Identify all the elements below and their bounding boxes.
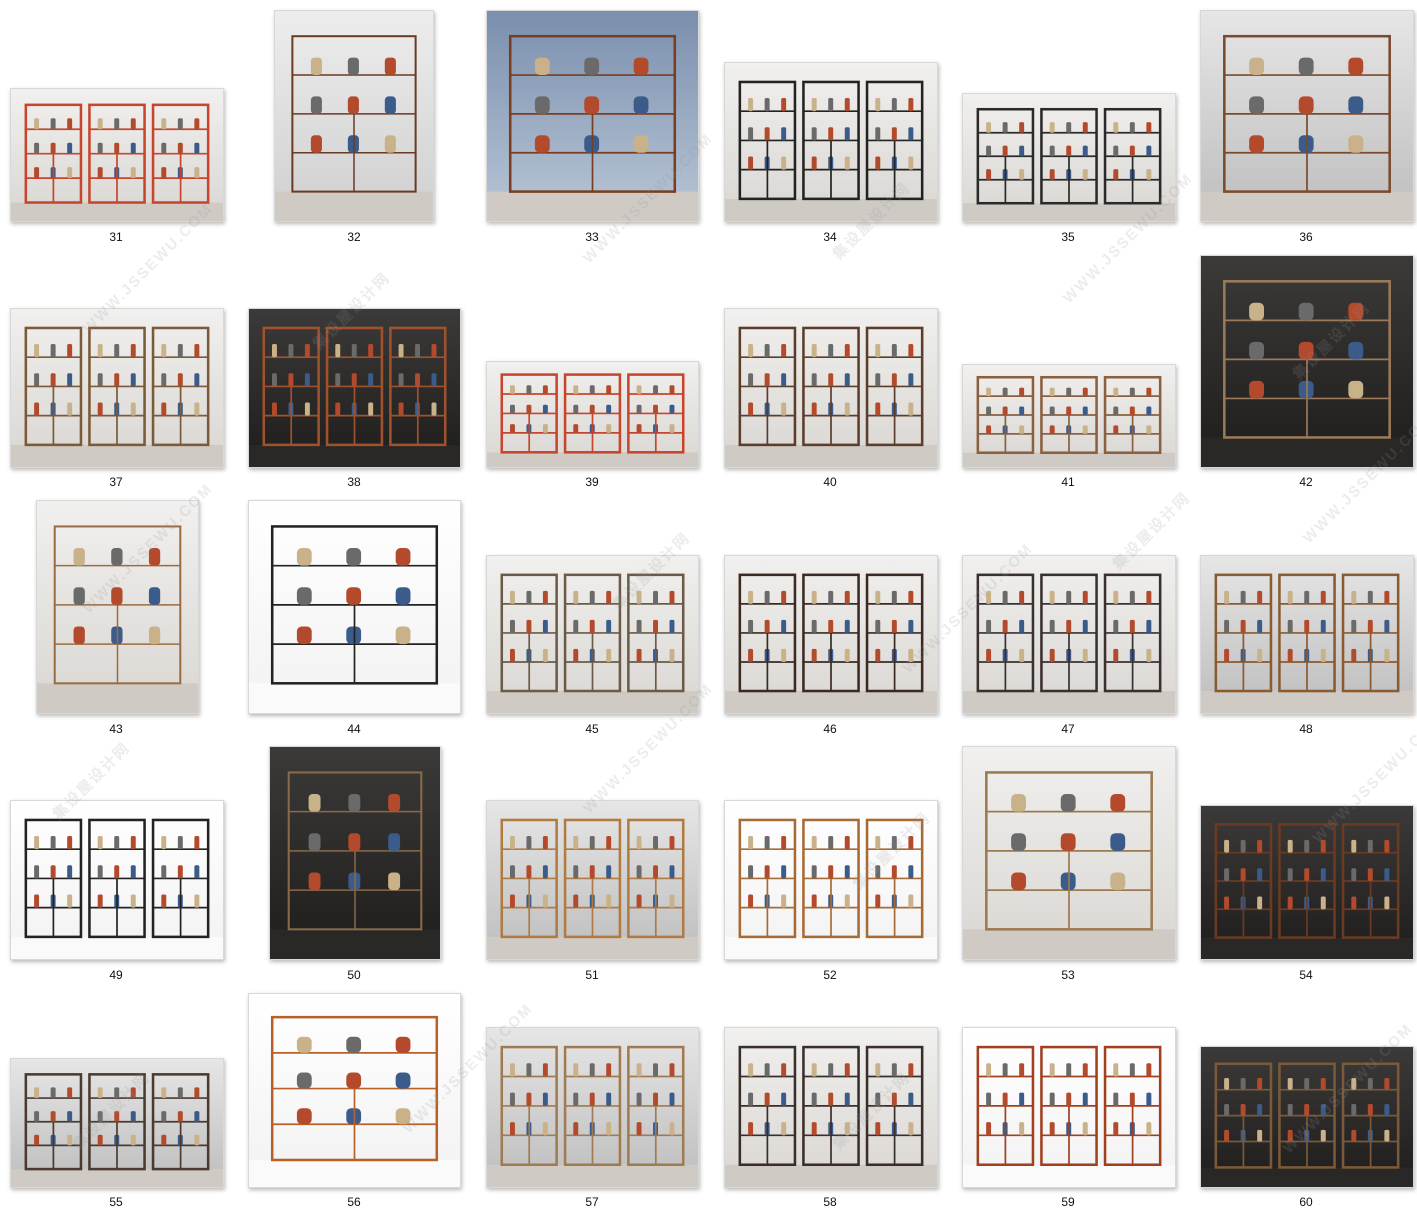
- thumbnail-image[interactable]: [36, 500, 199, 714]
- thumbnail-number: 48: [1299, 722, 1313, 736]
- thumbnail-image[interactable]: [10, 1058, 224, 1188]
- thumbnail-number: 58: [823, 1195, 837, 1209]
- thumbnail-number: 45: [585, 722, 599, 736]
- thumbnail-number: 44: [347, 722, 361, 736]
- thumbnail-image[interactable]: [486, 800, 699, 960]
- thumbnail-number: 54: [1299, 968, 1313, 982]
- thumbnail-number: 57: [585, 1195, 599, 1209]
- thumbnail-number: 42: [1299, 475, 1313, 489]
- thumbnail-number: 35: [1061, 230, 1075, 244]
- thumbnail-number: 43: [109, 722, 123, 736]
- thumbnail-number: 41: [1061, 475, 1075, 489]
- thumbnail-image[interactable]: [962, 1027, 1176, 1188]
- thumbnail-image[interactable]: [248, 500, 461, 714]
- thumbnail-number: 51: [585, 968, 599, 982]
- thumbnail-number: 50: [347, 968, 361, 982]
- thumbnail-image[interactable]: [486, 361, 699, 468]
- thumbnail-number: 40: [823, 475, 837, 489]
- thumbnail-number: 49: [109, 968, 123, 982]
- thumbnail-image[interactable]: [10, 88, 224, 222]
- thumbnail-image[interactable]: [962, 364, 1176, 468]
- thumbnail-image[interactable]: [1200, 10, 1414, 222]
- thumbnail-number: 33: [585, 230, 599, 244]
- thumbnail-number: 46: [823, 722, 837, 736]
- thumbnail-image[interactable]: [269, 746, 441, 960]
- thumbnail-number: 38: [347, 475, 361, 489]
- thumbnail-image[interactable]: [1200, 1046, 1414, 1188]
- thumbnail-image[interactable]: [962, 93, 1176, 222]
- thumbnail-number: 36: [1299, 230, 1313, 244]
- thumbnail-image[interactable]: [10, 800, 224, 960]
- thumbnail-image[interactable]: [248, 993, 461, 1188]
- thumbnail-number: 60: [1299, 1195, 1313, 1209]
- thumbnail-image[interactable]: [724, 308, 938, 468]
- thumbnail-number: 39: [585, 475, 599, 489]
- thumbnail-number: 56: [347, 1195, 361, 1209]
- thumbnail-image[interactable]: [486, 1027, 699, 1188]
- thumbnail-number: 52: [823, 968, 837, 982]
- thumbnail-image[interactable]: [1200, 555, 1414, 714]
- thumbnail-number: 37: [109, 475, 123, 489]
- thumbnail-image[interactable]: [724, 800, 938, 960]
- thumbnail-image[interactable]: [274, 10, 434, 222]
- thumbnail-number: 55: [109, 1195, 123, 1209]
- thumbnail-image[interactable]: [724, 62, 938, 222]
- thumbnail-image[interactable]: [486, 10, 699, 222]
- thumbnail-number: 53: [1061, 968, 1075, 982]
- thumbnail-image[interactable]: [962, 746, 1176, 960]
- thumbnail-image[interactable]: [724, 555, 938, 714]
- thumbnail-number: 31: [109, 230, 123, 244]
- thumbnail-image[interactable]: [724, 1027, 938, 1188]
- thumbnail-number: 34: [823, 230, 837, 244]
- thumbnail-image[interactable]: [962, 555, 1176, 714]
- thumbnail-image[interactable]: [486, 555, 699, 714]
- thumbnail-image[interactable]: [248, 308, 461, 468]
- thumbnail-image[interactable]: [1200, 255, 1414, 468]
- thumbnail-number: 32: [347, 230, 361, 244]
- thumbnail-number: 47: [1061, 722, 1075, 736]
- thumbnail-image[interactable]: [1200, 805, 1414, 960]
- thumbnail-image[interactable]: [10, 308, 224, 468]
- thumbnail-number: 59: [1061, 1195, 1075, 1209]
